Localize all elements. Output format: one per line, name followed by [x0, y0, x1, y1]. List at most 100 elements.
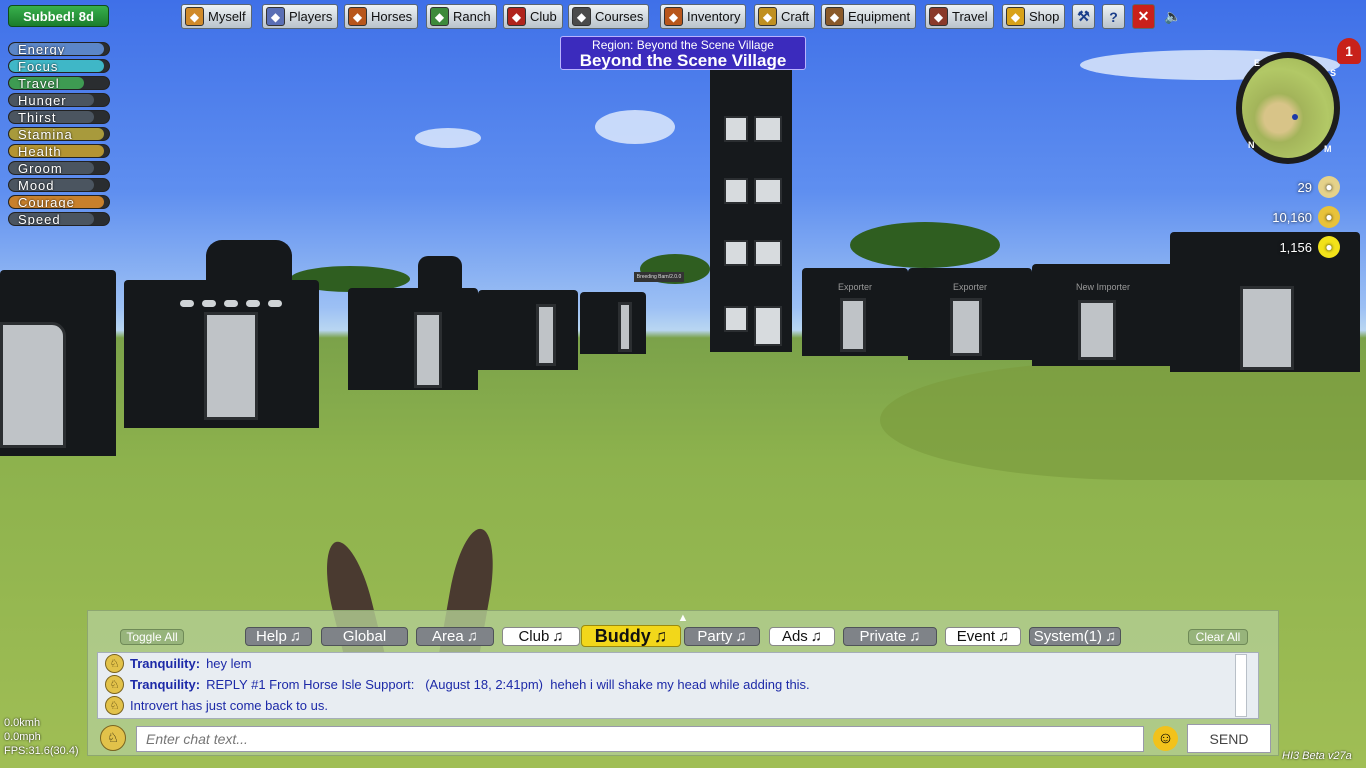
version-label: HI3 Beta v27a: [1282, 750, 1352, 762]
sender-avatar-icon[interactable]: ♘: [105, 696, 124, 715]
chat-tab-label: System(1): [1033, 628, 1103, 645]
stat-label: Speed: [18, 212, 61, 226]
notification-bell[interactable]: 1: [1337, 38, 1361, 64]
chat-tab-area[interactable]: Area ♫: [416, 627, 494, 646]
saddle-icon: ◆: [825, 7, 844, 26]
speed-mph: 0.0mph: [4, 731, 41, 743]
chat-collapse-arrow-icon[interactable]: ▲: [671, 612, 695, 624]
settings-button[interactable]: ⚒: [1072, 4, 1095, 29]
sender-avatar-icon[interactable]: ♘: [105, 654, 124, 673]
sign: Breeding Barn/2.0.0: [634, 272, 684, 282]
chat-message: ♘ Introvert has just come back to us.: [98, 695, 1258, 716]
fps: FPS:31.6(30.4): [4, 745, 79, 757]
sound-note-icon[interactable]: ♫: [735, 628, 746, 645]
menu-myself-button[interactable]: ◆ Myself: [181, 4, 252, 29]
menu-shop-button[interactable]: ◆ Shop: [1002, 4, 1066, 29]
building: [580, 292, 646, 354]
chat-tab-private[interactable]: Private ♫: [843, 627, 937, 646]
sound-button[interactable]: 🔈: [1163, 7, 1183, 25]
chat-tab-label: Area: [432, 628, 464, 645]
currency-value: 29: [1297, 179, 1312, 195]
menu-label: Shop: [1029, 9, 1060, 24]
chat-tab-club[interactable]: Club ♫: [502, 627, 580, 646]
sound-note-icon[interactable]: ♫: [467, 628, 478, 645]
currency-row: 10,160 ●: [1272, 206, 1340, 228]
clear-all-button[interactable]: Clear All: [1188, 629, 1248, 645]
chat-tab-buddy[interactable]: Buddy ♫: [581, 625, 681, 647]
building: [348, 288, 478, 390]
sound-note-icon[interactable]: ♫: [998, 628, 1009, 645]
chat-input[interactable]: [136, 726, 1144, 752]
minimap[interactable]: E S N M: [1236, 52, 1340, 164]
menu-horses-button[interactable]: ◆ Horses: [344, 4, 419, 29]
help-button[interactable]: ?: [1102, 4, 1125, 29]
sound-note-icon[interactable]: ♫: [811, 628, 822, 645]
send-button[interactable]: SEND: [1187, 724, 1271, 753]
menu-courses-button[interactable]: ◆ Courses: [568, 4, 650, 29]
building-gable: [206, 240, 292, 290]
sound-note-icon[interactable]: ♫: [290, 628, 301, 645]
stat-label: Energy: [18, 42, 66, 56]
menu-inventory-button[interactable]: ◆ Inventory: [660, 4, 747, 29]
stat-label: Focus: [18, 59, 59, 73]
sender-name[interactable]: Tranquility:: [130, 656, 200, 671]
emoji-button[interactable]: ☺: [1153, 726, 1178, 751]
top-menu-bar: ◆ Myself ◆ Players ◆ Horses ◆ Ranch ◆ Club ◆ Course…: [0, 4, 1366, 30]
tower-window: [724, 178, 748, 204]
chat-message: ♘ Tranquility: hey lem: [98, 653, 1258, 674]
message-text: Introvert has just come back to us.: [130, 698, 328, 713]
cloud: [595, 110, 675, 144]
region-banner: Region: Beyond the Scene Village Beyond …: [560, 36, 806, 70]
menu-label: Players: [289, 9, 333, 24]
building-gable: [418, 256, 462, 296]
chat-scrollbar[interactable]: [1235, 654, 1247, 717]
tower-window: [754, 116, 782, 142]
menu-ranch-button[interactable]: ◆ Ranch: [426, 4, 497, 29]
chat-tab-help[interactable]: Help ♫: [245, 627, 312, 646]
chat-log[interactable]: ♘ Tranquility: hey lem ♘ Tranquility: REPLY #…: [97, 652, 1259, 719]
chat-tab-system1[interactable]: System(1) ♫: [1029, 627, 1121, 646]
tree: [850, 222, 1000, 268]
building-door: [204, 312, 258, 420]
chat-tab-label: Private: [859, 628, 907, 645]
stat-label: Mood: [18, 178, 55, 192]
chat-tab-global[interactable]: Global: [321, 627, 408, 646]
cart-icon: ◆: [929, 7, 948, 26]
sound-note-icon[interactable]: ♫: [654, 626, 668, 647]
exit-button[interactable]: ✕: [1132, 4, 1155, 29]
tower-window: [724, 240, 748, 266]
chat-tab-label: Buddy: [594, 625, 651, 646]
menu-label: Club: [530, 9, 557, 24]
menu-players-button[interactable]: ◆ Players: [262, 4, 339, 29]
chat-tab-label: Party: [697, 628, 733, 645]
chat-tab-ads[interactable]: Ads ♫: [769, 627, 835, 646]
menu-travel-button[interactable]: ◆ Travel: [925, 4, 994, 29]
menu-club-button[interactable]: ◆ Club: [503, 4, 563, 29]
stat-label: Health: [18, 144, 62, 158]
chat-tab-label: Event: [956, 628, 996, 645]
sound-note-icon[interactable]: ♫: [552, 628, 563, 645]
tower-window: [724, 306, 748, 332]
chat-tab-label: Ads: [781, 628, 808, 645]
chat-messages: ♘ Tranquility: hey lem ♘ Tranquility: REPLY #…: [98, 653, 1258, 716]
sound-note-icon[interactable]: ♫: [1105, 628, 1116, 645]
message-text: hey lem: [206, 656, 252, 671]
building-importer: New Importer: [1032, 264, 1174, 366]
cloud: [415, 128, 481, 148]
sender-avatar-icon[interactable]: ♘: [105, 675, 124, 694]
player-avatar-icon[interactable]: ♘: [100, 725, 126, 751]
sound-note-icon[interactable]: ♫: [909, 628, 920, 645]
tower: [710, 60, 792, 352]
sender-name[interactable]: Tranquility:: [130, 677, 200, 692]
player-marker-icon: [1292, 114, 1298, 120]
building-studs: [180, 300, 282, 307]
toggle-all-button[interactable]: Toggle All: [120, 629, 184, 645]
wrench-icon: ⚒: [1077, 8, 1090, 24]
chat-tab-event[interactable]: Event ♫: [945, 627, 1021, 646]
menu-equipment-button[interactable]: ◆ Equipment: [821, 4, 917, 29]
chat-tab-party[interactable]: Party ♫: [684, 627, 760, 646]
building-door: [536, 304, 556, 366]
stat-label: Courage: [18, 195, 75, 209]
menu-craft-button[interactable]: ◆ Craft: [754, 4, 816, 29]
menu-label: Craft: [781, 9, 810, 24]
